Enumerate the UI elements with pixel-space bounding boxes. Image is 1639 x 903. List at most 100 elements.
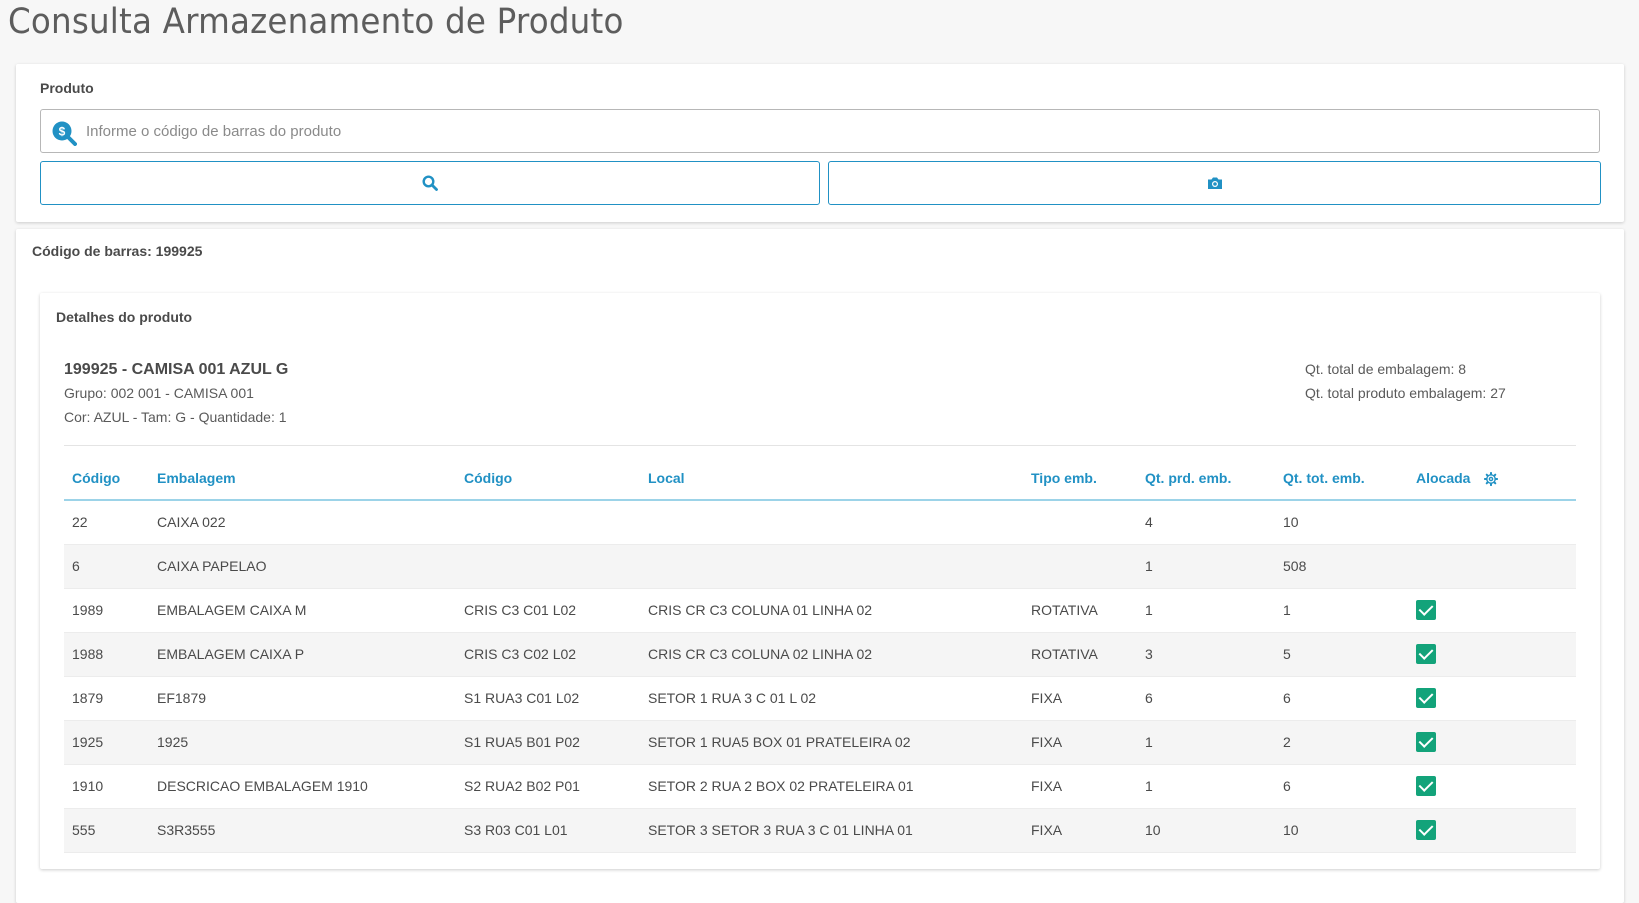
cell-codigo-local: CRIS C3 C02 L02 bbox=[456, 632, 640, 677]
packaging-table: Código Embalagem Código Local Tipo emb. … bbox=[64, 457, 1576, 853]
product-field-label: Produto bbox=[40, 80, 94, 96]
barcode-input[interactable] bbox=[86, 111, 1586, 151]
checkbox-checked-icon[interactable] bbox=[1416, 820, 1436, 840]
cell-codigo: 1879 bbox=[64, 676, 149, 721]
cell-qt-prd-emb: 6 bbox=[1137, 676, 1275, 721]
search-icon bbox=[422, 175, 438, 191]
cell-codigo-local: S1 RUA3 C01 L02 bbox=[456, 676, 640, 721]
cell-local bbox=[640, 500, 1023, 545]
cell-qt-tot-emb: 6 bbox=[1275, 676, 1408, 721]
col-header-embalagem[interactable]: Embalagem bbox=[149, 457, 456, 501]
cell-alocada bbox=[1408, 544, 1476, 589]
table-body: 22 CAIXA 022 4 10 6 CAIXA PAPELAO 1 508 1989 EMBA… bbox=[64, 500, 1576, 853]
search-field[interactable]: $ bbox=[40, 109, 1600, 153]
cell-codigo-local: S2 RUA2 B02 P01 bbox=[456, 764, 640, 809]
cell-settings bbox=[1476, 544, 1576, 589]
gear-icon[interactable] bbox=[1484, 472, 1498, 487]
checkbox-checked-icon[interactable] bbox=[1416, 732, 1436, 752]
table-row[interactable]: 1925 1925 S1 RUA5 B01 P02 SETOR 1 RUA5 BOX … bbox=[64, 720, 1576, 765]
cell-local: SETOR 1 RUA5 BOX 01 PRATELEIRA 02 bbox=[640, 720, 1023, 765]
col-header-alocada[interactable]: Alocada bbox=[1408, 457, 1476, 501]
details-title: Detalhes do produto bbox=[56, 309, 193, 325]
page-title: Consulta Armazenamento de Produto bbox=[8, 2, 624, 42]
table-row[interactable]: 1988 EMBALAGEM CAIXA P CRIS C3 C02 L02 CRIS… bbox=[64, 632, 1576, 677]
cell-tipo-emb: FIXA bbox=[1023, 764, 1137, 809]
cell-embalagem: CAIXA 022 bbox=[149, 500, 456, 545]
cell-alocada bbox=[1408, 764, 1476, 809]
cell-qt-prd-emb: 10 bbox=[1137, 808, 1275, 853]
cell-codigo-local: CRIS C3 C01 L02 bbox=[456, 588, 640, 633]
checkbox-checked-icon[interactable] bbox=[1416, 644, 1436, 664]
product-details-card: Detalhes do produto 199925 - CAMISA 001 … bbox=[40, 293, 1600, 869]
cell-qt-prd-emb: 1 bbox=[1137, 720, 1275, 765]
table-row[interactable]: 1879 EF1879 S1 RUA3 C01 L02 SETOR 1 RUA 3 C… bbox=[64, 676, 1576, 721]
table-row[interactable]: 6 CAIXA PAPELAO 1 508 bbox=[64, 544, 1576, 589]
cell-qt-prd-emb: 1 bbox=[1137, 588, 1275, 633]
table-row[interactable]: 1910 DESCRICAO EMBALAGEM 1910 S2 RUA2 B02 … bbox=[64, 764, 1576, 809]
cell-alocada bbox=[1408, 632, 1476, 677]
col-header-tipo-emb[interactable]: Tipo emb. bbox=[1023, 457, 1137, 501]
cell-local bbox=[640, 544, 1023, 589]
cell-local: SETOR 1 RUA 3 C 01 L 02 bbox=[640, 676, 1023, 721]
cell-tipo-emb: FIXA bbox=[1023, 720, 1137, 765]
cell-local: SETOR 2 RUA 2 BOX 02 PRATELEIRA 01 bbox=[640, 764, 1023, 809]
settings-column bbox=[1476, 457, 1576, 501]
cell-embalagem: EMBALAGEM CAIXA P bbox=[149, 632, 456, 677]
checkbox-checked-icon[interactable] bbox=[1416, 776, 1436, 796]
product-search-icon: $ bbox=[52, 121, 77, 146]
col-header-local[interactable]: Local bbox=[640, 457, 1023, 501]
cell-settings bbox=[1476, 588, 1576, 633]
col-header-codigo[interactable]: Código bbox=[64, 457, 149, 501]
product-name: 199925 - CAMISA 001 AZUL G bbox=[64, 361, 289, 378]
cell-local: SETOR 3 SETOR 3 RUA 3 C 01 LINHA 01 bbox=[640, 808, 1023, 853]
cell-codigo-local: S3 R03 C01 L01 bbox=[456, 808, 640, 853]
divider bbox=[64, 445, 1576, 446]
cell-tipo-emb: FIXA bbox=[1023, 676, 1137, 721]
cell-embalagem: 1925 bbox=[149, 720, 456, 765]
table-row[interactable]: 22 CAIXA 022 4 10 bbox=[64, 500, 1576, 545]
cell-embalagem: EF1879 bbox=[149, 676, 456, 721]
cell-codigo: 1910 bbox=[64, 764, 149, 809]
table-row[interactable]: 555 S3R3555 S3 R03 C01 L01 SETOR 3 SETOR 3 … bbox=[64, 808, 1576, 853]
col-header-qt-tot-emb[interactable]: Qt. tot. emb. bbox=[1275, 457, 1408, 501]
cell-qt-prd-emb: 1 bbox=[1137, 544, 1275, 589]
qt-total-produto-embalagem: Qt. total produto embalagem: 27 bbox=[1305, 385, 1506, 401]
search-card: Produto $ bbox=[16, 64, 1624, 222]
cell-codigo: 1988 bbox=[64, 632, 149, 677]
product-attributes: Cor: AZUL - Tam: G - Quantidade: 1 bbox=[64, 409, 287, 425]
col-header-qt-prd-emb[interactable]: Qt. prd. emb. bbox=[1137, 457, 1275, 501]
cell-codigo-local bbox=[456, 544, 640, 589]
search-button[interactable] bbox=[40, 161, 820, 205]
cell-qt-tot-emb: 1 bbox=[1275, 588, 1408, 633]
barcode-label: Código de barras: 199925 bbox=[32, 243, 203, 259]
cell-tipo-emb bbox=[1023, 544, 1137, 589]
col-header-codigo-local[interactable]: Código bbox=[456, 457, 640, 501]
table-row[interactable]: 1989 EMBALAGEM CAIXA M CRIS C3 C01 L02 CRIS… bbox=[64, 588, 1576, 633]
svg-text:$: $ bbox=[59, 125, 66, 139]
cell-qt-prd-emb: 3 bbox=[1137, 632, 1275, 677]
cell-qt-tot-emb: 508 bbox=[1275, 544, 1408, 589]
checkbox-checked-icon[interactable] bbox=[1416, 688, 1436, 708]
cell-embalagem: DESCRICAO EMBALAGEM 1910 bbox=[149, 764, 456, 809]
cell-codigo: 555 bbox=[64, 808, 149, 853]
cell-settings bbox=[1476, 720, 1576, 765]
cell-alocada bbox=[1408, 676, 1476, 721]
cell-qt-tot-emb: 10 bbox=[1275, 808, 1408, 853]
table-header-row: Código Embalagem Código Local Tipo emb. … bbox=[64, 457, 1576, 501]
checkbox-checked-icon[interactable] bbox=[1416, 600, 1436, 620]
cell-embalagem: S3R3555 bbox=[149, 808, 456, 853]
camera-button[interactable] bbox=[828, 161, 1601, 205]
cell-alocada bbox=[1408, 720, 1476, 765]
cell-local: CRIS CR C3 COLUNA 01 LINHA 02 bbox=[640, 588, 1023, 633]
cell-qt-tot-emb: 2 bbox=[1275, 720, 1408, 765]
product-group: Grupo: 002 001 - CAMISA 001 bbox=[64, 385, 254, 401]
cell-embalagem: EMBALAGEM CAIXA M bbox=[149, 588, 456, 633]
cell-settings bbox=[1476, 764, 1576, 809]
cell-local: CRIS CR C3 COLUNA 02 LINHA 02 bbox=[640, 632, 1023, 677]
qt-total-embalagem: Qt. total de embalagem: 8 bbox=[1305, 361, 1467, 377]
cell-codigo: 1989 bbox=[64, 588, 149, 633]
cell-settings bbox=[1476, 676, 1576, 721]
cell-qt-tot-emb: 6 bbox=[1275, 764, 1408, 809]
cell-qt-tot-emb: 5 bbox=[1275, 632, 1408, 677]
cell-settings bbox=[1476, 808, 1576, 853]
